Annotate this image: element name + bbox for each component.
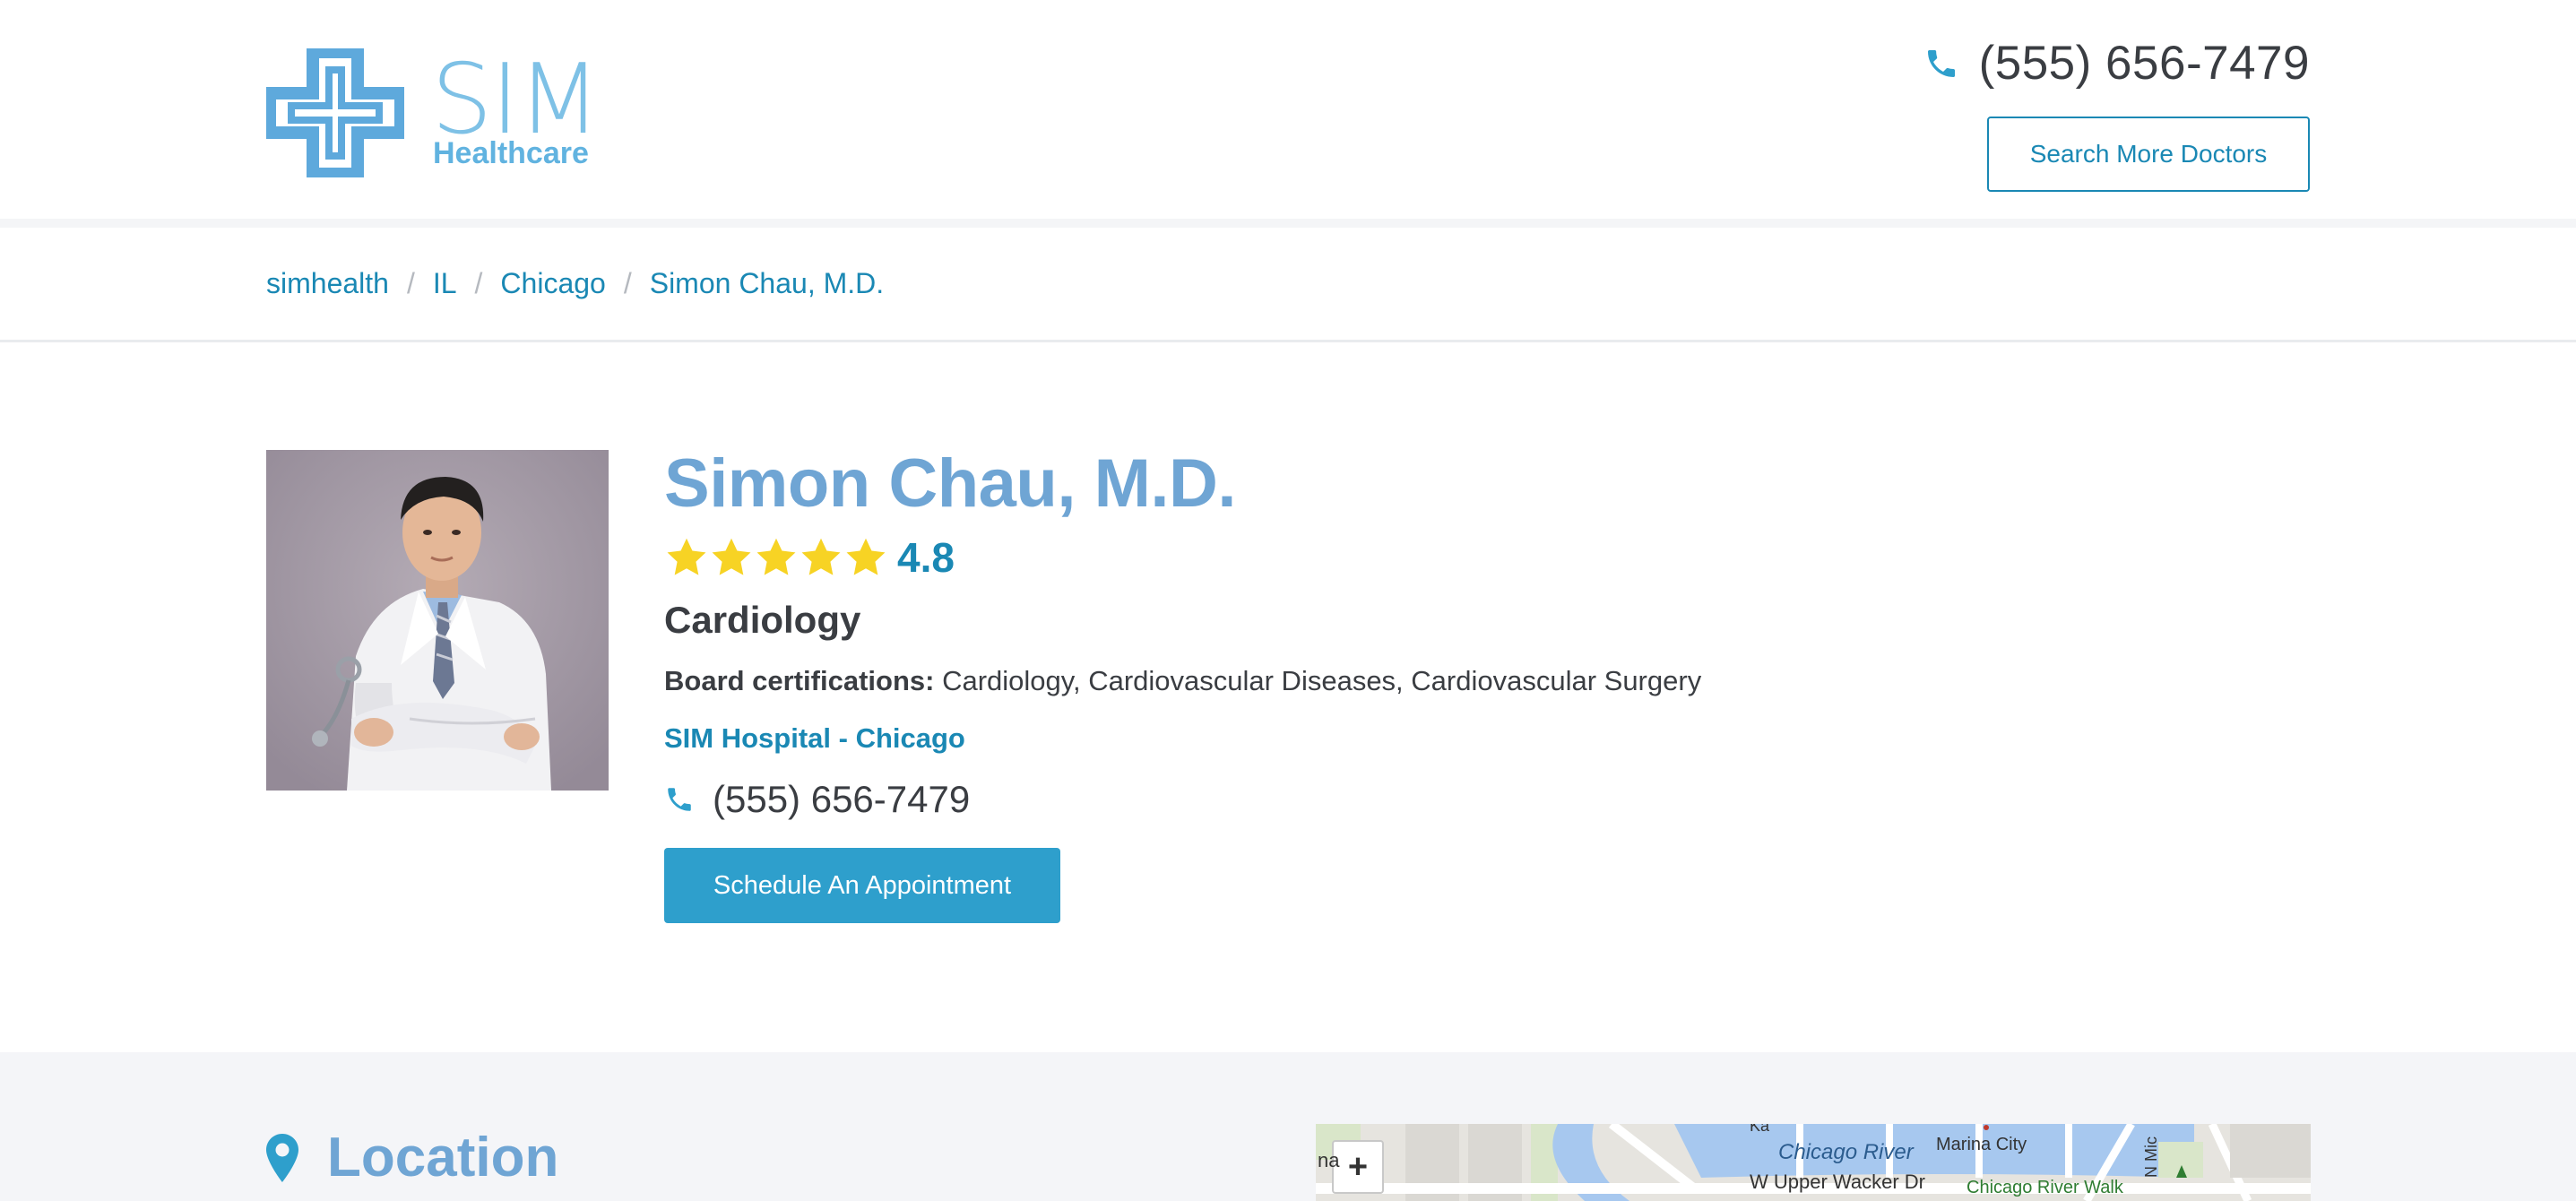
breadcrumb-state[interactable]: IL <box>433 267 457 300</box>
doctor-phone[interactable]: (555) 656-7479 <box>664 778 1701 821</box>
map-label-chicago-river-walk: Chicago River Walk <box>1967 1178 2123 1197</box>
star-icon <box>756 538 796 575</box>
star-icon <box>846 538 886 575</box>
hospital-link[interactable]: SIM Hospital - Chicago <box>664 722 1701 755</box>
map-label-chicago-river: Chicago River <box>1778 1140 1914 1164</box>
location-heading: Location <box>266 1126 558 1189</box>
site-header: SIM Healthcare (555) 656-7479 Search Mor… <box>0 0 2576 228</box>
map-label-edge-top: Ka <box>1750 1124 1770 1135</box>
location-section: Location + na Ka Chicago River Marina Ci… <box>0 1052 2576 1201</box>
phone-icon <box>668 788 691 811</box>
breadcrumb-separator: / <box>406 267 415 299</box>
breadcrumb-simhealth[interactable]: simhealth <box>266 267 389 300</box>
star-icon <box>801 538 841 575</box>
rating-stars <box>664 535 888 580</box>
search-more-doctors-button[interactable]: Search More Doctors <box>1987 117 2310 192</box>
specialty: Cardiology <box>664 599 861 641</box>
board-certifications-label: Board certifications: <box>664 665 935 696</box>
map-zoom-in-button[interactable]: + <box>1332 1140 1384 1194</box>
map-label-wacker-dr: W Upper Wacker Dr <box>1750 1171 1925 1193</box>
doctor-name: Simon Chau, M.D. <box>664 445 1237 522</box>
star-icon <box>712 538 751 575</box>
star-icon <box>667 538 706 575</box>
location-map[interactable]: + na Ka Chicago River Marina City W Uppe… <box>1316 1124 2311 1201</box>
map-pin-icon <box>266 1133 298 1182</box>
breadcrumb-separator: / <box>474 267 483 299</box>
doctor-profile: Simon Chau, M.D. 4.8 Cardiology Board ce… <box>664 446 1701 923</box>
map-label-edge-left: na <box>1318 1149 1340 1171</box>
board-certifications: Board certifications: Cardiology, Cardio… <box>664 665 1701 697</box>
rating-value: 4.8 <box>897 534 955 581</box>
breadcrumb-doctor[interactable]: Simon Chau, M.D. <box>650 267 884 300</box>
board-certifications-value: Cardiology, Cardiovascular Diseases, Car… <box>942 665 1702 696</box>
map-label-marina-city: Marina City <box>1936 1135 2027 1154</box>
breadcrumb-bar: simhealth / IL / Chicago / Simon Chau, M… <box>0 237 2576 342</box>
location-title: Location <box>327 1127 559 1188</box>
breadcrumb-separator: / <box>623 267 632 299</box>
rating: 4.8 <box>664 532 1701 583</box>
breadcrumb-city[interactable]: Chicago <box>500 267 605 300</box>
medical-cross-logo-icon <box>266 48 404 177</box>
sim-healthcare-logo[interactable]: SIM Healthcare <box>266 47 601 181</box>
doctor-phone-number: (555) 656-7479 <box>713 778 971 820</box>
map-label-n-michigan: N Mic <box>2142 1136 2160 1178</box>
schedule-appointment-button[interactable]: Schedule An Appointment <box>664 848 1060 923</box>
logo-sim-text: SIM <box>431 44 601 156</box>
phone-icon <box>1927 49 1955 77</box>
header-phone-number: (555) 656-7479 <box>1978 37 2310 90</box>
doctor-photo <box>266 450 609 791</box>
breadcrumb: simhealth / IL / Chicago / Simon Chau, M… <box>266 267 884 300</box>
logo-healthcare-text: Healthcare <box>433 136 589 170</box>
doctor-portrait-image <box>266 450 609 791</box>
header-phone[interactable]: (555) 656-7479 <box>1923 36 2310 91</box>
